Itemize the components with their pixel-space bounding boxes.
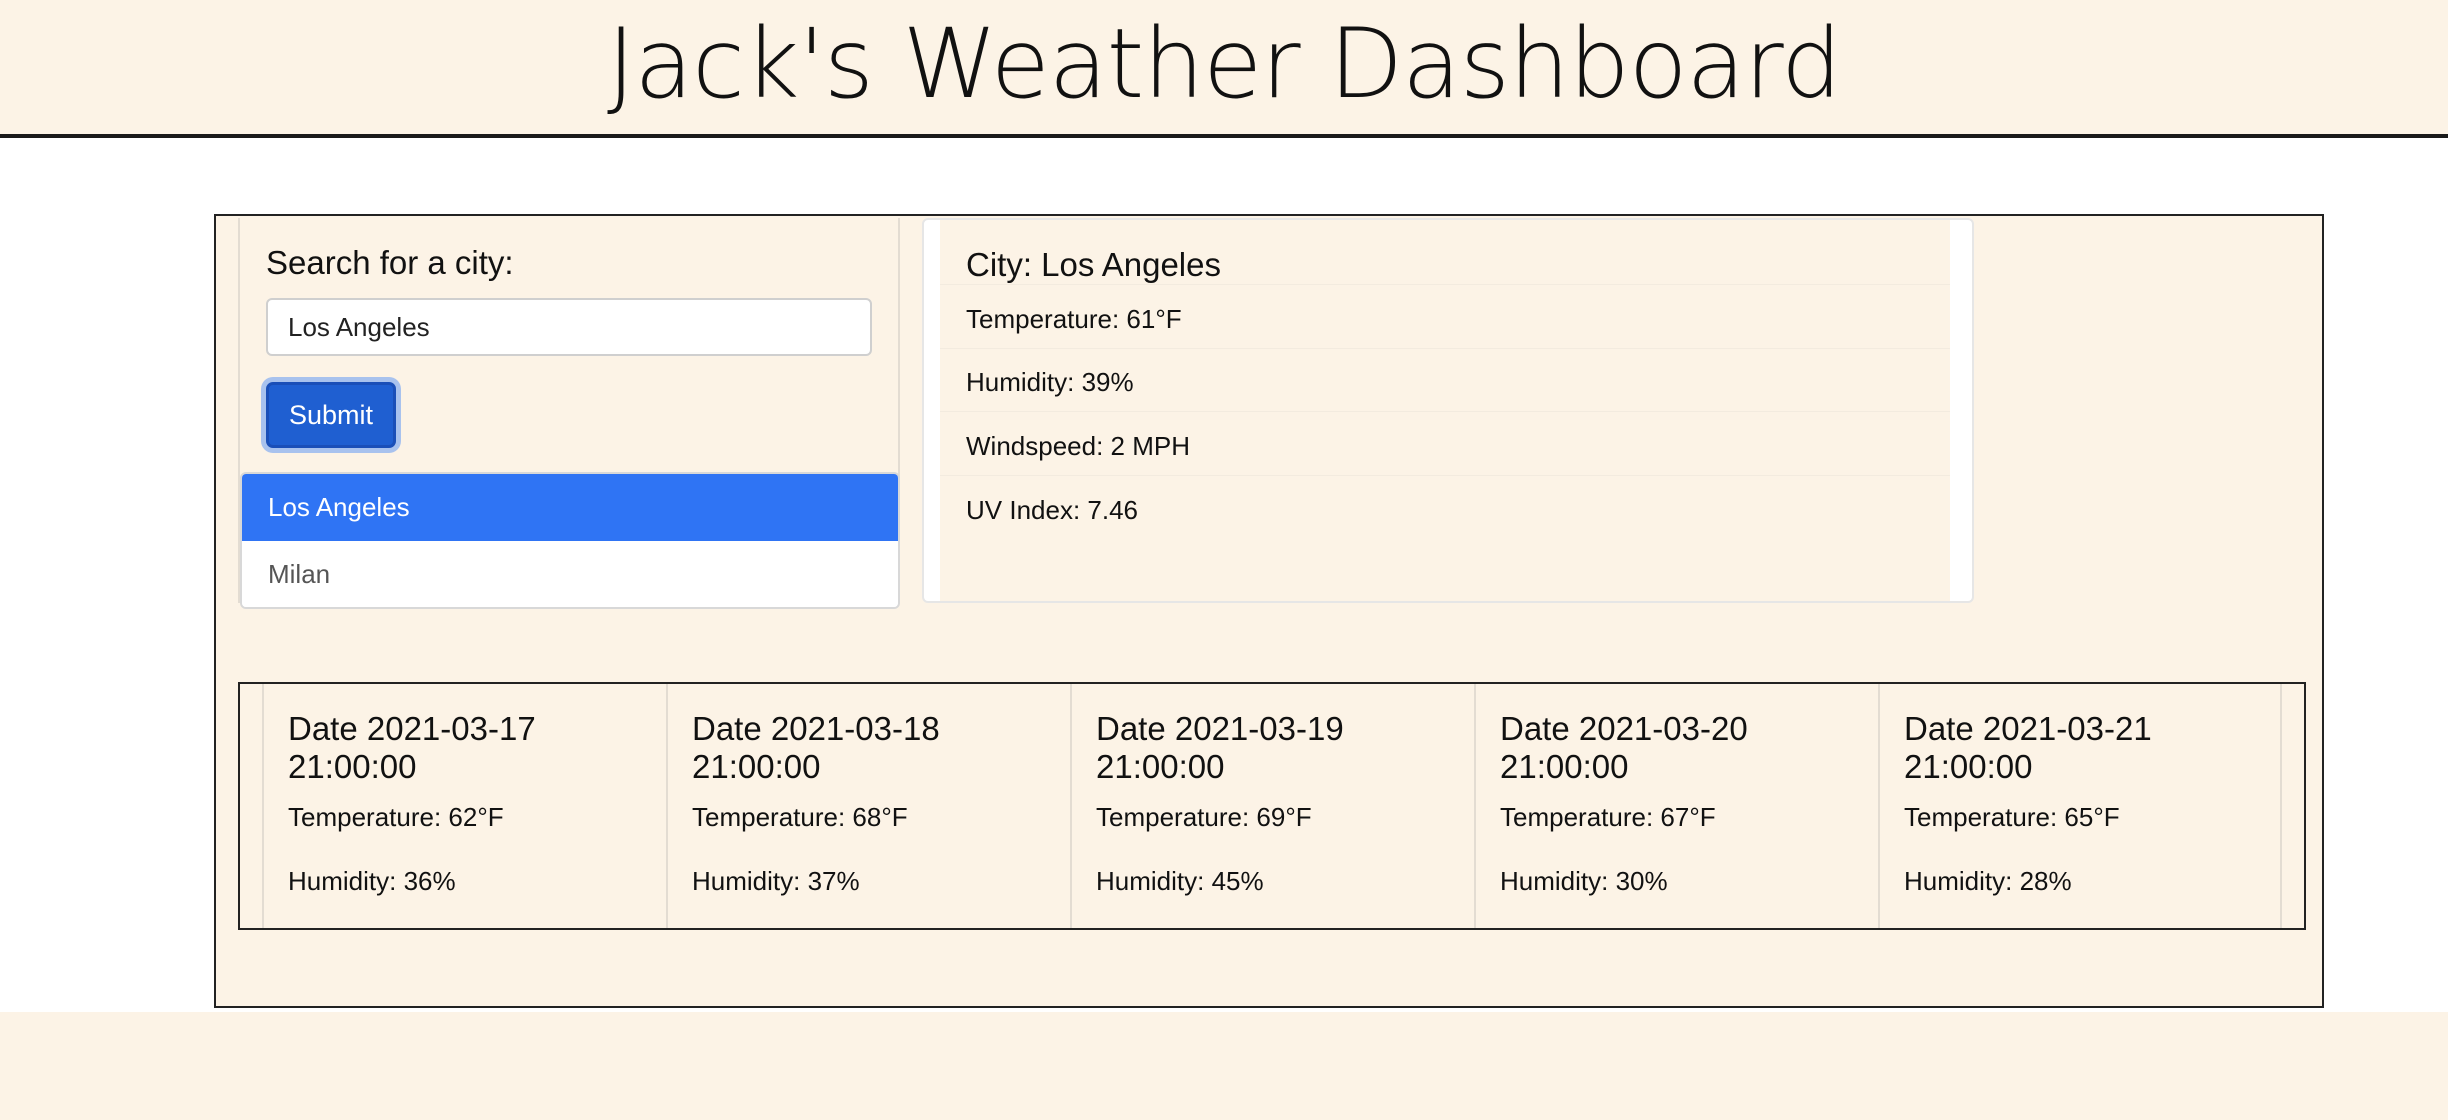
search-history-list: Los Angeles Milan xyxy=(240,472,900,609)
page-header: Jack's Weather Dashboard xyxy=(0,0,2448,138)
history-item-los-angeles[interactable]: Los Angeles xyxy=(242,474,898,541)
forecast-card: Date 2021-03-18 21:00:00 Temperature: 68… xyxy=(666,684,1070,928)
forecast-temperature: Temperature: 69°F xyxy=(1096,802,1312,832)
forecast-humidity: Humidity: 36% xyxy=(288,866,456,896)
current-city-name: City: Los Angeles xyxy=(966,246,1221,283)
current-uv-index: UV Index: 7.46 xyxy=(966,495,1138,525)
forecast-card: Date 2021-03-21 21:00:00 Temperature: 65… xyxy=(1878,684,2282,928)
forecast-humidity: Humidity: 37% xyxy=(692,866,860,896)
forecast-date: Date 2021-03-21 21:00:00 xyxy=(1904,710,2152,785)
city-search-input[interactable] xyxy=(266,298,872,356)
forecast-date: Date 2021-03-20 21:00:00 xyxy=(1500,710,1748,785)
forecast-date: Date 2021-03-17 21:00:00 xyxy=(288,710,536,785)
forecast-date: Date 2021-03-19 21:00:00 xyxy=(1096,710,1344,785)
current-windspeed: Windspeed: 2 MPH xyxy=(966,431,1190,461)
submit-button[interactable]: Submit xyxy=(266,382,396,448)
dashboard-container: Search for a city: Submit Los Angeles Mi… xyxy=(214,214,2324,1008)
search-panel: Search for a city: Submit Los Angeles Mi… xyxy=(238,218,900,609)
divider xyxy=(940,284,1950,285)
current-weather-card: City: Los Angeles Temperature: 61°F Humi… xyxy=(922,218,1974,603)
forecast-humidity: Humidity: 28% xyxy=(1904,866,2072,896)
forecast-humidity: Humidity: 45% xyxy=(1096,866,1264,896)
forecast-temperature: Temperature: 65°F xyxy=(1904,802,2120,832)
current-weather-body: City: Los Angeles Temperature: 61°F Humi… xyxy=(940,220,1950,601)
current-humidity: Humidity: 39% xyxy=(966,367,1134,397)
page-title: Jack's Weather Dashboard xyxy=(607,8,1842,120)
divider xyxy=(940,348,1950,349)
current-temperature: Temperature: 61°F xyxy=(966,304,1182,334)
history-item-milan[interactable]: Milan xyxy=(242,541,898,607)
divider xyxy=(940,475,1950,476)
forecast-temperature: Temperature: 67°F xyxy=(1500,802,1716,832)
forecast-temperature: Temperature: 62°F xyxy=(288,802,504,832)
five-day-forecast: Date 2021-03-17 21:00:00 Temperature: 62… xyxy=(238,682,2306,930)
forecast-humidity: Humidity: 30% xyxy=(1500,866,1668,896)
divider xyxy=(940,411,1950,412)
forecast-card: Date 2021-03-17 21:00:00 Temperature: 62… xyxy=(262,684,666,928)
forecast-card: Date 2021-03-19 21:00:00 Temperature: 69… xyxy=(1070,684,1474,928)
forecast-card: Date 2021-03-20 21:00:00 Temperature: 67… xyxy=(1474,684,1878,928)
forecast-date: Date 2021-03-18 21:00:00 xyxy=(692,710,940,785)
forecast-temperature: Temperature: 68°F xyxy=(692,802,908,832)
search-label: Search for a city: xyxy=(266,244,514,281)
